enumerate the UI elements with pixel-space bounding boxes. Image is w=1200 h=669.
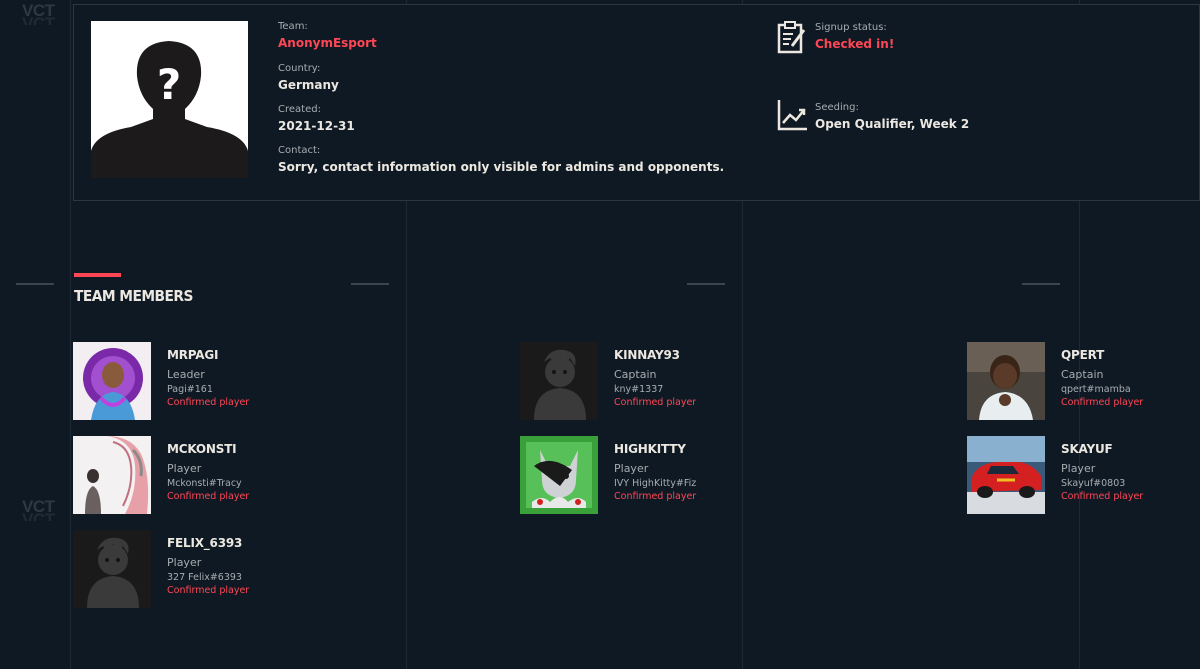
grid-dash <box>16 283 54 285</box>
member-card[interactable]: SKAYUF Player Skayuf#0803 Confirmed play… <box>967 436 1200 516</box>
member-status: Confirmed player <box>167 585 250 596</box>
member-role: Captain <box>1061 368 1104 381</box>
member-avatar <box>520 342 598 420</box>
member-role: Leader <box>167 368 205 381</box>
member-avatar <box>967 342 1045 420</box>
trending-chart-icon <box>777 100 807 131</box>
team-logo-placeholder: ? <box>91 21 248 178</box>
vct-watermark-top: VCT VCT <box>22 1 55 25</box>
member-status: Confirmed player <box>1061 397 1144 408</box>
grid-dash <box>687 283 725 285</box>
member-riot-id: qpert#mamba <box>1061 384 1131 395</box>
team-info-card: ? Team: AnonymEsport Country: Germany Cr… <box>73 4 1200 201</box>
member-riot-id: kny#1337 <box>614 384 664 395</box>
member-status: Confirmed player <box>1061 491 1144 502</box>
grid-dash <box>351 283 389 285</box>
red-car-avatar-icon <box>967 436 1045 514</box>
member-card[interactable]: MRPAGI Leader Pagi#161 Confirmed player <box>73 342 373 422</box>
member-role: Player <box>167 462 202 475</box>
default-silhouette-avatar-icon <box>73 530 151 608</box>
member-riot-id: Skayuf#0803 <box>1061 478 1126 489</box>
member-card[interactable]: QPERT Captain qpert#mamba Confirmed play… <box>967 342 1200 422</box>
section-title: TEAM MEMBERS <box>74 287 193 305</box>
member-riot-id: 327 Felix#6393 <box>167 572 242 583</box>
clipboard-checklist-icon <box>777 21 806 54</box>
green-cat-avatar-icon <box>520 436 598 514</box>
member-status: Confirmed player <box>614 397 697 408</box>
member-avatar <box>520 436 598 514</box>
grid-dash <box>1022 283 1060 285</box>
member-name[interactable]: MCKONSTI <box>167 442 249 456</box>
member-riot-id: Pagi#161 <box>167 384 213 395</box>
contact-field: Contact: Sorry, contact information only… <box>278 145 725 174</box>
member-avatar <box>73 530 151 608</box>
team-name-link[interactable]: AnonymEsport <box>278 36 377 50</box>
member-card[interactable]: HIGHKITTY Player IVY HighKitty#Fiz Confi… <box>520 436 820 516</box>
unknown-person-icon: ? <box>91 41 248 178</box>
grid-line <box>70 0 71 669</box>
member-role: Player <box>1061 462 1096 475</box>
member-card[interactable]: FELIX_6393 Player 327 Felix#6393 Confirm… <box>73 530 373 610</box>
anime-sketch-avatar-icon <box>73 436 151 514</box>
member-role: Captain <box>614 368 657 381</box>
member-status: Confirmed player <box>167 397 250 408</box>
member-avatar <box>967 436 1045 514</box>
member-name[interactable]: KINNAY93 <box>614 348 696 362</box>
default-silhouette-avatar-icon <box>520 342 598 420</box>
purple-character-avatar-icon <box>73 342 151 420</box>
member-name[interactable]: QPERT <box>1061 348 1143 362</box>
section-accent-bar <box>74 273 121 277</box>
member-status: Confirmed player <box>167 491 250 502</box>
member-avatar <box>73 436 151 514</box>
team-field: Team: AnonymEsport <box>278 21 377 50</box>
member-role: Player <box>614 462 649 475</box>
member-name[interactable]: SKAYUF <box>1061 442 1143 456</box>
member-riot-id: IVY HighKitty#Fiz <box>614 478 697 489</box>
member-name[interactable]: FELIX_6393 <box>167 536 249 550</box>
member-card[interactable]: MCKONSTI Player Mckonsti#Tracy Confirmed… <box>73 436 373 516</box>
photo-avatar-icon <box>967 342 1045 420</box>
member-status: Confirmed player <box>614 491 697 502</box>
created-field: Created: 2021-12-31 <box>278 104 355 133</box>
member-name[interactable]: HIGHKITTY <box>614 442 696 456</box>
member-name[interactable]: MRPAGI <box>167 348 249 362</box>
country-field: Country: Germany <box>278 63 339 92</box>
vct-watermark-bottom: VCT VCT VCT <box>22 492 55 521</box>
member-card[interactable]: KINNAY93 Captain kny#1337 Confirmed play… <box>520 342 820 422</box>
member-avatar <box>73 342 151 420</box>
member-role: Player <box>167 556 202 569</box>
svg-text:?: ? <box>157 60 181 109</box>
member-riot-id: Mckonsti#Tracy <box>167 478 242 489</box>
